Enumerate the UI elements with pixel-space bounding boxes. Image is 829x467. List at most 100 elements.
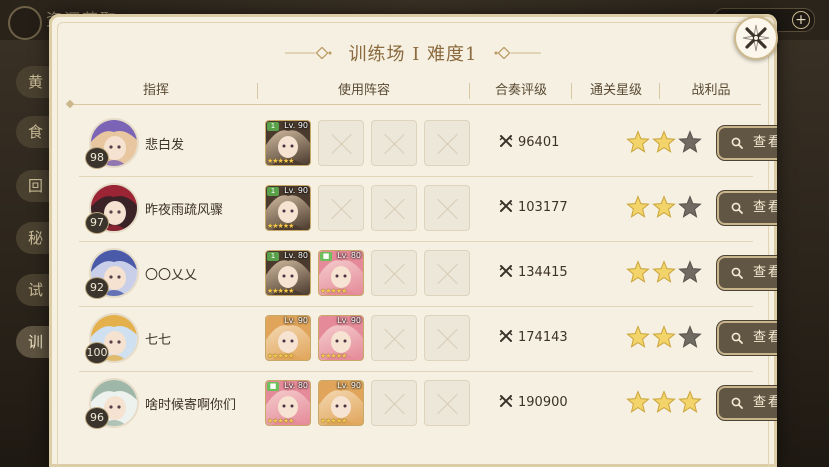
player-name: 七七 bbox=[145, 333, 172, 348]
star-slot bbox=[626, 390, 650, 418]
dialog-title-row: 训练场 I 难度1 bbox=[49, 40, 777, 66]
view-loot-button[interactable]: 查看 bbox=[719, 193, 777, 223]
level-badge: 96 bbox=[86, 408, 108, 428]
level-badge: 98 bbox=[86, 148, 108, 168]
character-card[interactable]: Lv. 90 ★★★★★ bbox=[318, 315, 364, 361]
table-row: 100 七七 Lv. 90 ★★★★★ Lv. 90 ★★★★★ 174143 查看 bbox=[79, 307, 777, 372]
score-value: 174143 bbox=[499, 329, 568, 345]
character-stars: ★★★★★ bbox=[320, 287, 347, 295]
level-badge: 100 bbox=[86, 343, 108, 363]
title-ornament-left-icon bbox=[285, 47, 332, 59]
view-loot-button[interactable]: 查看 bbox=[719, 323, 777, 353]
header-divider bbox=[71, 104, 761, 105]
star-empty-icon bbox=[678, 130, 702, 153]
character-level: Lv. 90 bbox=[284, 316, 308, 325]
star-filled-icon bbox=[626, 260, 650, 283]
character-stars: ★★★★★ bbox=[267, 287, 294, 295]
star-slot bbox=[626, 260, 650, 288]
star-filled-icon bbox=[626, 195, 650, 218]
crossed-swords-icon bbox=[499, 395, 513, 407]
star-filled-icon bbox=[626, 130, 650, 153]
player-name: 啥时候寄啊你们 bbox=[145, 398, 237, 413]
character-card[interactable]: Lv. 80 ■ ★★★★★ bbox=[265, 380, 311, 426]
character-stars: ★★★★★ bbox=[320, 417, 347, 425]
search-icon bbox=[731, 137, 743, 149]
character-level: Lv. 90 bbox=[284, 186, 308, 195]
back-button[interactable] bbox=[8, 6, 42, 40]
character-card[interactable]: Lv. 90 ★★★★★ bbox=[318, 380, 364, 426]
player-name: 〇〇乂乂 bbox=[145, 268, 198, 283]
character-card[interactable]: Lv. 80 1 ★★★★★ bbox=[265, 250, 311, 296]
column-stars: 通关星级 bbox=[589, 83, 642, 98]
character-stars: ★★★★★ bbox=[267, 222, 294, 230]
title-ornament-right-icon bbox=[494, 47, 541, 59]
character-level: Lv. 80 bbox=[284, 381, 308, 390]
view-loot-button[interactable]: 查看 bbox=[719, 258, 777, 288]
character-tag: 1 bbox=[267, 187, 279, 196]
view-loot-button[interactable]: 查看 bbox=[719, 128, 777, 158]
close-cross-icon bbox=[742, 24, 770, 52]
close-button[interactable] bbox=[734, 16, 778, 60]
character-level: Lv. 90 bbox=[284, 121, 308, 130]
column-divider bbox=[571, 83, 572, 99]
character-card[interactable]: Lv. 90 ★★★★★ bbox=[265, 315, 311, 361]
star-slot bbox=[678, 195, 702, 223]
dialog-title: 训练场 I 难度1 bbox=[348, 44, 478, 65]
player-name: 悲白发 bbox=[145, 138, 185, 153]
view-loot-button[interactable]: 查看 bbox=[719, 388, 777, 418]
level-badge: 97 bbox=[86, 213, 108, 233]
table-row: 96 啥时候寄啊你们 Lv. 80 ■ ★★★★★ Lv. 90 ★★★★★ 190900 查看 bbox=[79, 372, 777, 436]
empty-slot bbox=[371, 250, 417, 296]
character-card[interactable]: Lv. 90 1 ★★★★★ bbox=[265, 185, 311, 231]
character-level: Lv. 80 bbox=[337, 251, 361, 260]
empty-slot bbox=[318, 120, 364, 166]
search-icon bbox=[731, 267, 743, 279]
view-label: 查看 bbox=[752, 265, 777, 280]
star-slot bbox=[626, 130, 650, 158]
crossed-swords-icon bbox=[499, 265, 513, 277]
character-card[interactable]: Lv. 80 ■ ★★★★★ bbox=[318, 250, 364, 296]
score-number: 96401 bbox=[518, 135, 560, 150]
character-tag: ■ bbox=[320, 252, 332, 261]
score-number: 134415 bbox=[518, 265, 568, 280]
player-name: 昨夜雨疏风骤 bbox=[145, 203, 224, 218]
character-card[interactable]: Lv. 90 1 ★★★★★ bbox=[265, 120, 311, 166]
star-filled-icon bbox=[678, 390, 702, 413]
star-slot bbox=[678, 260, 702, 288]
star-filled-icon bbox=[626, 390, 650, 413]
star-slot bbox=[652, 195, 676, 223]
star-slot bbox=[678, 130, 702, 158]
empty-slot bbox=[371, 315, 417, 361]
column-score: 合奏评级 bbox=[494, 83, 547, 98]
score-number: 174143 bbox=[518, 330, 568, 345]
column-lineup: 使用阵容 bbox=[337, 83, 390, 98]
star-filled-icon bbox=[652, 325, 676, 348]
character-tag: ■ bbox=[267, 382, 279, 391]
star-empty-icon bbox=[678, 325, 702, 348]
star-slot bbox=[678, 390, 702, 418]
star-slot bbox=[652, 260, 676, 288]
score-value: 190900 bbox=[499, 394, 568, 410]
column-divider bbox=[659, 83, 660, 99]
crossed-swords-icon bbox=[499, 200, 513, 212]
character-stars: ★★★★★ bbox=[320, 352, 347, 360]
plus-icon[interactable]: + bbox=[792, 11, 810, 29]
star-slot bbox=[652, 390, 676, 418]
star-filled-icon bbox=[652, 130, 676, 153]
star-filled-icon bbox=[626, 325, 650, 348]
column-divider bbox=[257, 83, 258, 99]
star-empty-icon bbox=[678, 195, 702, 218]
search-icon bbox=[731, 397, 743, 409]
crossed-swords-icon bbox=[499, 135, 513, 147]
character-stars: ★★★★★ bbox=[267, 157, 294, 165]
ranking-list: 98 悲白发 Lv. 90 1 ★★★★★ 96401 查看 97 昨夜雨疏风骤 Lv. 90 1 ★… bbox=[79, 112, 777, 436]
empty-slot bbox=[424, 250, 470, 296]
star-slot bbox=[678, 325, 702, 353]
empty-slot bbox=[424, 120, 470, 166]
table-row: 92 〇〇乂乂 Lv. 80 1 ★★★★★ Lv. 80 ■ ★★★★★ 134415 查看 bbox=[79, 242, 777, 307]
star-empty-icon bbox=[678, 260, 702, 283]
empty-slot bbox=[424, 315, 470, 361]
character-stars: ★★★★★ bbox=[267, 352, 294, 360]
view-label: 查看 bbox=[752, 135, 777, 150]
empty-slot bbox=[318, 185, 364, 231]
